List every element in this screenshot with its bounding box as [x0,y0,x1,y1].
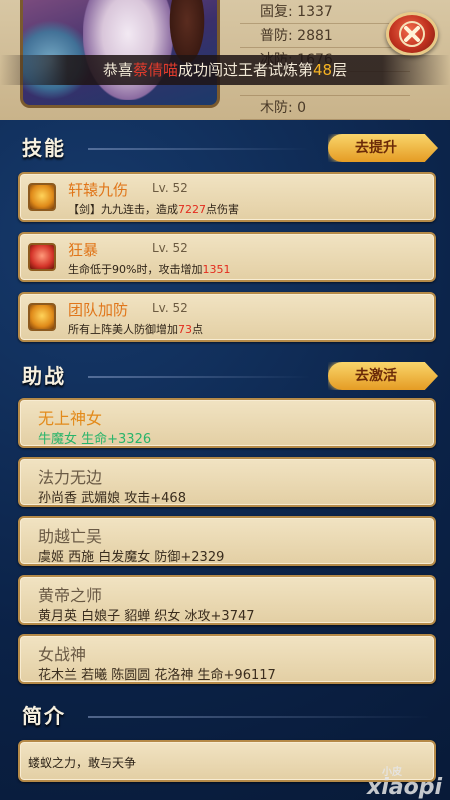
assist-desc: 牛魔女 生命+3326 [38,432,152,447]
site-watermark: 小皮 xiaopi [367,767,442,800]
section-divider [88,716,430,718]
skill-desc-text: 生命低于90%时，攻击增加 [68,263,203,276]
skill-desc: 【剑】九九连击，造成7227点伤害 [68,201,239,217]
skill-desc-text: 所有上阵美人防御增加 [68,323,178,336]
section-title: 技能 [22,136,66,160]
stat-value: 2881 [297,28,333,44]
assist-card[interactable]: 女战神 花木兰 若曦 陈圆圆 花洛神 生命+96117 [18,634,436,684]
portrait-figure [83,0,173,100]
upgrade-button[interactable]: 去提升 [328,134,438,162]
skill-desc-text: 点 [192,323,203,336]
close-button[interactable] [386,12,438,56]
skill-card[interactable]: 团队加防 Lv. 52 所有上阵美人防御增加73点 [18,292,436,342]
skill-desc-text: 点伤害 [206,203,239,216]
skills-section-header: 技能 去提升 [0,132,450,164]
stat-value: 0 [297,100,307,116]
skill-name: 团队加防 [68,301,129,319]
hero-portrait [20,0,220,108]
assist-desc: 黄月英 白娘子 貂蝉 织女 冰攻+3747 [38,609,255,624]
watermark-text: xiaopi [367,775,442,800]
banner-floor: 48 [312,61,333,79]
skill-desc-value: 7227 [178,203,206,216]
assist-name: 法力无边 [38,468,103,487]
stat-label: 普防 [260,28,288,44]
banner-player-name: 蔡倩喵 [132,61,178,79]
section-title: 简介 [22,704,66,728]
assist-desc: 孙尚香 武媚娘 攻击+468 [38,491,186,506]
stat-row: 普防: 2881 [240,24,410,48]
skill-desc: 所有上阵美人防御增加73点 [68,321,203,337]
section-title: 助战 [22,364,66,388]
sword-skill-icon [28,183,56,211]
hero-header: 固复: 1337 普防: 2881 冰防: 1676 木防: 0 恭喜蔡倩喵成功… [0,0,450,120]
assist-card[interactable]: 法力无边 孙尚香 武媚娘 攻击+468 [18,457,436,507]
stat-value: 1337 [297,4,333,20]
skill-desc-value: 73 [178,323,192,336]
skill-level: Lv. 52 [152,181,188,195]
section-divider [88,148,310,150]
assist-card[interactable]: 助越亡吴 虞姬 西施 白发魔女 防御+2329 [18,516,436,566]
intro-section-header: 简介 [0,700,450,732]
assist-desc: 虞姬 西施 白发魔女 防御+2329 [38,550,225,565]
section-divider [88,376,310,378]
skill-name: 轩辕九伤 [68,181,129,199]
activate-button[interactable]: 去激活 [328,362,438,390]
heart-shield-skill-icon [28,303,56,331]
skill-desc-value: 1351 [202,263,231,276]
skill-card[interactable]: 狂暴 Lv. 52 生命低于90%时，攻击增加1351 [18,232,436,282]
stat-row: 固复: 1337 [240,0,410,24]
intro-text: 蝼蚁之力，敢与天争 [28,756,137,770]
banner-suffix: 层 [332,61,348,79]
banner-middle: 成功闯过王者试炼第 [177,61,313,79]
skill-desc: 生命低于90%时，攻击增加1351 [68,261,230,277]
assist-desc: 花木兰 若曦 陈圆圆 花洛神 生命+96117 [38,668,276,683]
assist-section-header: 助战 去激活 [0,360,450,392]
announcement-banner: 恭喜蔡倩喵成功闯过王者试炼第48层 [0,55,450,85]
assist-name: 黄帝之师 [38,586,103,605]
assist-name: 无上神女 [38,409,103,428]
skill-desc-text: 【剑】九九连击，造成 [68,203,178,216]
stat-label: 木防 [260,100,288,116]
close-icon [399,21,425,47]
assist-card[interactable]: 黄帝之师 黄月英 白娘子 貂蝉 织女 冰攻+3747 [18,575,436,625]
banner-prefix: 恭喜 [102,61,133,79]
stat-row: 木防: 0 [240,96,410,120]
assist-name: 助越亡吴 [38,527,103,546]
assist-card[interactable]: 无上神女 牛魔女 生命+3326 [18,398,436,448]
skill-name: 狂暴 [68,241,99,259]
watermark-small: 小皮 [382,767,402,778]
stat-label: 固复 [260,4,288,20]
skill-level: Lv. 52 [152,301,188,315]
skill-card[interactable]: 轩辕九伤 Lv. 52 【剑】九九连击，造成7227点伤害 [18,172,436,222]
rage-skill-icon [28,243,56,271]
skill-level: Lv. 52 [152,241,188,255]
assist-name: 女战神 [38,645,87,664]
